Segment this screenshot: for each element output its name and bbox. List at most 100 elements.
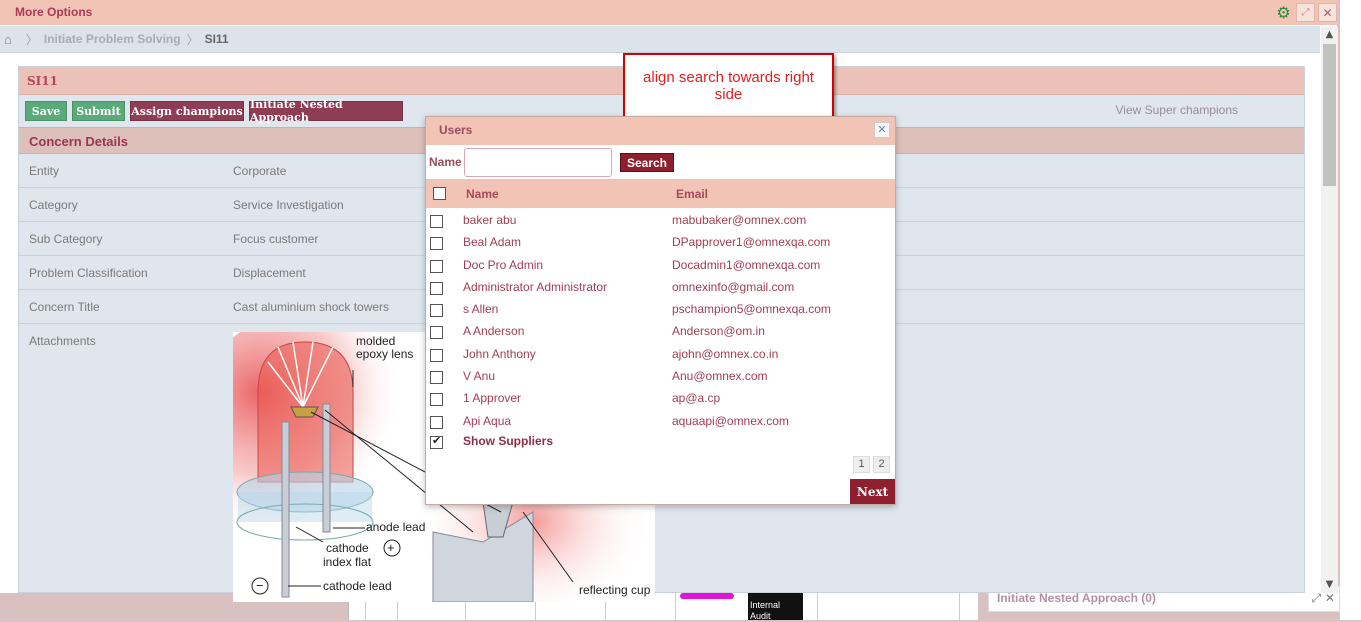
table-row[interactable]: 1 Approver ap@a.cp bbox=[426, 387, 895, 409]
table-row[interactable]: Doc Pro Admin Docadmin1@omnexqa.com bbox=[426, 254, 895, 276]
breadcrumb-initiate-problem-solving[interactable]: Initiate Problem Solving bbox=[44, 32, 181, 46]
user-name: Api Aqua bbox=[463, 413, 512, 428]
search-label: Name bbox=[429, 155, 462, 169]
user-name: John Anthony bbox=[463, 346, 536, 361]
user-email: Anu@omnex.com bbox=[672, 369, 768, 384]
user-email: aquaapi@omnex.com bbox=[672, 413, 789, 428]
gear-icon[interactable]: ⚙ bbox=[1274, 3, 1293, 22]
initiate-nested-approach-button[interactable]: Initiate Nested Approach bbox=[249, 98, 403, 124]
annotation-callout: align search towards right side bbox=[623, 53, 834, 124]
table-row[interactable]: V Anu Anu@omnex.com bbox=[426, 365, 895, 387]
label-reflecting-cup: reflecting cup bbox=[579, 583, 651, 597]
row-checkbox[interactable] bbox=[430, 348, 443, 365]
label-cathode-index-flat: cathode index flat bbox=[323, 541, 372, 569]
table-row[interactable]: Administrator Administrator omnexinfo@gma… bbox=[426, 276, 895, 298]
table-row[interactable]: Api Aqua aquaapi@omnex.com bbox=[426, 410, 895, 432]
assign-champions-button[interactable]: Assign champions bbox=[130, 101, 244, 121]
field-value: Focus customer bbox=[233, 232, 319, 246]
show-suppliers-checkbox[interactable] bbox=[430, 434, 443, 452]
pagination: 1 2 bbox=[853, 456, 890, 473]
column-header-email[interactable]: Email bbox=[676, 187, 708, 201]
scroll-down-icon[interactable]: ▼ bbox=[1321, 577, 1338, 593]
row-checkbox[interactable] bbox=[430, 326, 443, 342]
window-controls: ⚙ ⤢ ✕ bbox=[1274, 3, 1337, 22]
next-button[interactable]: Next bbox=[850, 479, 895, 504]
user-email: Docadmin1@omnexqa.com bbox=[672, 257, 821, 272]
label-anode-lead: anode lead bbox=[366, 520, 425, 534]
field-label: Sub Category bbox=[29, 232, 103, 246]
close-icon[interactable]: ✕ bbox=[874, 122, 890, 138]
user-email: ajohn@omnex.co.in bbox=[672, 346, 779, 361]
row-checkbox[interactable] bbox=[430, 237, 443, 253]
field-value: Service Investigation bbox=[233, 198, 344, 212]
chevron-right-icon: 〉 bbox=[186, 32, 199, 47]
user-name: Doc Pro Admin bbox=[463, 257, 544, 272]
user-name: V Anu bbox=[463, 369, 496, 384]
field-label: Attachments bbox=[29, 334, 96, 348]
field-value: Displacement bbox=[233, 266, 306, 280]
breadcrumb: ⌂ 〉 Initiate Problem Solving 〉 SI11 bbox=[0, 26, 1320, 53]
row-checkbox[interactable] bbox=[430, 215, 443, 231]
label-cathode-lead: cathode lead bbox=[323, 579, 392, 593]
scroll-thumb[interactable] bbox=[1323, 44, 1336, 186]
user-name: 1 Approver bbox=[463, 391, 522, 406]
table-row[interactable]: John Anthony ajohn@omnex.co.in bbox=[426, 343, 895, 365]
svg-text:−: − bbox=[256, 578, 264, 593]
user-list: baker abu mabubaker@omnex.com Beal Adam DP… bbox=[426, 208, 895, 432]
dialog-title: Users bbox=[439, 123, 473, 137]
save-button[interactable]: Save bbox=[25, 101, 67, 121]
table-header: Name Email bbox=[426, 179, 895, 208]
search-button[interactable]: Search bbox=[620, 153, 674, 172]
chevron-right-icon: 〉 bbox=[25, 32, 38, 47]
search-input[interactable] bbox=[464, 148, 612, 177]
view-super-champions-link[interactable]: View Super champions bbox=[1115, 103, 1238, 117]
breadcrumb-current: SI11 bbox=[204, 32, 229, 46]
window-title: More Options bbox=[15, 5, 93, 19]
search-row: Name Search bbox=[426, 145, 895, 179]
popout-icon[interactable]: ⤢ bbox=[1296, 3, 1315, 22]
user-email: mabubaker@omnex.com bbox=[672, 213, 807, 227]
row-checkbox[interactable] bbox=[430, 415, 443, 432]
select-all-checkbox[interactable] bbox=[433, 187, 446, 203]
table-row[interactable]: s Allen pschampion5@omnexqa.com bbox=[426, 298, 895, 320]
show-suppliers-label: Show Suppliers bbox=[463, 433, 554, 448]
field-label: Problem Classification bbox=[29, 266, 148, 280]
table-row[interactable]: Beal Adam DPapprover1@omnexqa.com bbox=[426, 231, 895, 253]
close-icon[interactable]: ✕ bbox=[1318, 3, 1337, 22]
row-checkbox[interactable] bbox=[430, 281, 443, 298]
row-checkbox[interactable] bbox=[430, 259, 443, 276]
window-header: More Options ⚙ ⤢ ✕ bbox=[0, 0, 1337, 25]
users-dialog: Users ✕ Name Search Name Email baker abu… bbox=[425, 116, 896, 505]
row-checkbox[interactable] bbox=[430, 304, 443, 320]
user-email: Anderson@om.in bbox=[672, 324, 765, 339]
page-link-2[interactable]: 2 bbox=[873, 456, 890, 473]
user-email: pschampion5@omnexqa.com bbox=[672, 302, 831, 317]
close-icon[interactable]: ⤢ ✕ bbox=[1312, 591, 1335, 606]
user-email: ap@a.cp bbox=[672, 391, 721, 406]
table-row[interactable]: A Anderson Anderson@om.in bbox=[426, 320, 895, 342]
home-icon[interactable]: ⌂ bbox=[4, 32, 12, 47]
field-value: Cast aluminium shock towers bbox=[233, 300, 390, 314]
column-header-name[interactable]: Name bbox=[466, 187, 499, 201]
row-checkbox[interactable] bbox=[430, 371, 443, 387]
scroll-up-icon[interactable]: ▲ bbox=[1321, 27, 1338, 43]
vertical-scrollbar[interactable]: ▲ ▼ bbox=[1321, 27, 1338, 593]
user-name: Beal Adam bbox=[463, 235, 522, 250]
field-value: Corporate bbox=[233, 164, 287, 178]
page-link-1[interactable]: 1 bbox=[853, 456, 870, 473]
show-suppliers-row: Show Suppliers bbox=[426, 432, 895, 454]
user-email: omnexinfo@gmail.com bbox=[672, 279, 795, 294]
field-label: Concern Title bbox=[29, 300, 100, 314]
table-row[interactable]: baker abu mabubaker@omnex.com bbox=[426, 209, 895, 231]
svg-text:+: + bbox=[387, 540, 395, 555]
user-name: s Allen bbox=[463, 302, 499, 317]
field-label: Category bbox=[29, 198, 78, 212]
background-right-panel bbox=[1340, 0, 1361, 620]
submit-button[interactable]: Submit bbox=[72, 101, 125, 121]
user-name: A Anderson bbox=[463, 324, 525, 339]
user-name: baker abu bbox=[463, 213, 517, 227]
user-name: Administrator Administrator bbox=[463, 279, 608, 294]
row-checkbox[interactable] bbox=[430, 393, 443, 409]
user-email: DPapprover1@omnexqa.com bbox=[672, 235, 831, 250]
field-label: Entity bbox=[29, 164, 60, 178]
